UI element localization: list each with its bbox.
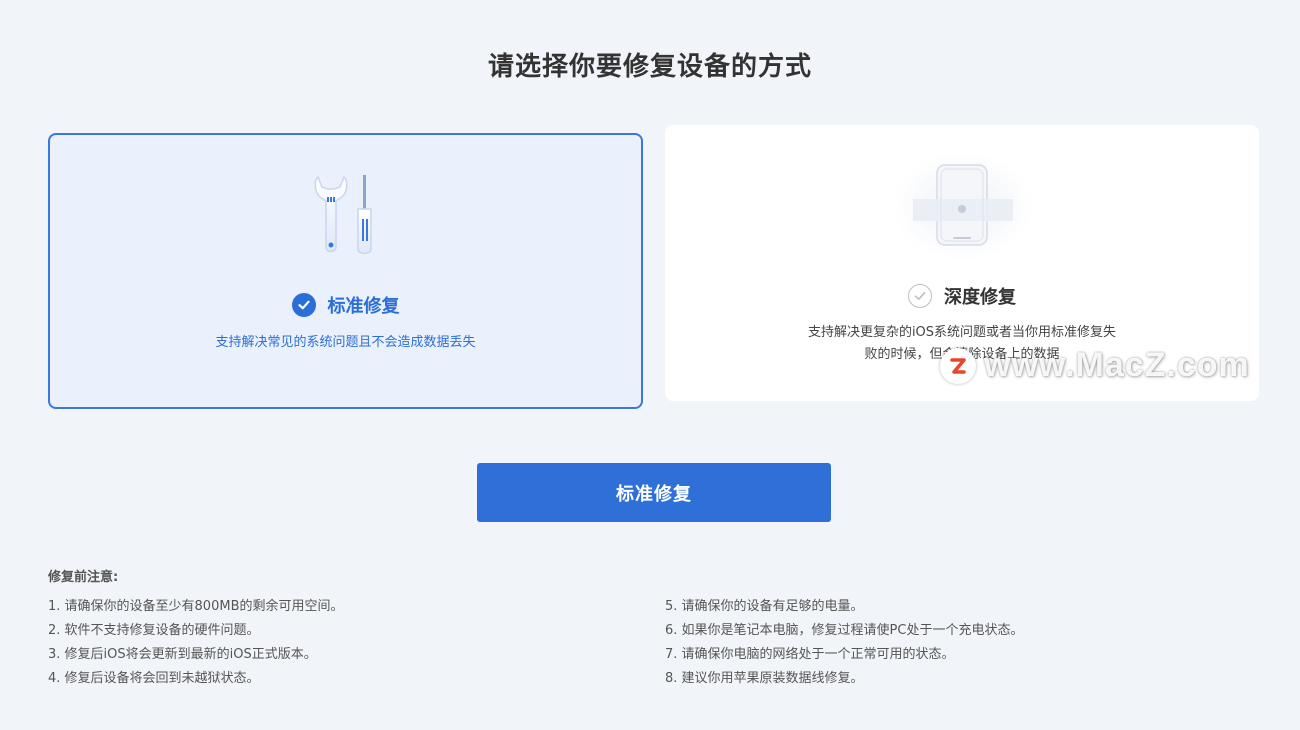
standard-repair-card[interactable]: 标准修复 支持解决常见的系统问题且不会造成数据丢失: [48, 133, 643, 409]
list-item: 4. 修复后设备将会回到未越狱状态。: [48, 671, 260, 686]
notes-list-left: 1. 请确保你的设备至少有800MB的剩余可用空间。 2. 软件不支持修复设备的…: [48, 598, 343, 694]
check-outline-icon: [908, 284, 932, 308]
notes-list-right: 5. 请确保你的设备有足够的电量。 6. 如果你是笔记本电脑，修复过程请使PC处…: [665, 598, 1023, 694]
device-repair-icon: [893, 151, 1033, 261]
list-item: 2. 软件不支持修复设备的硬件问题。: [48, 623, 260, 638]
standard-repair-description: 支持解决常见的系统问题且不会造成数据丢失: [215, 335, 476, 350]
list-item: 7. 请确保你电脑的网络处于一个正常可用的状态。: [665, 647, 955, 662]
deep-repair-description-line1: 支持解决更复杂的iOS系统问题或者当你用标准修复失: [807, 325, 1117, 340]
list-item: 6. 如果你是笔记本电脑，修复过程请使PC处于一个充电状态。: [665, 623, 1024, 638]
watermark-logo-icon: [940, 347, 976, 384]
deep-repair-label-row: 深度修复: [665, 283, 1259, 309]
notes-title: 修复前注意:: [48, 570, 119, 585]
list-item: 3. 修复后iOS将会更新到最新的iOS正式版本。: [48, 647, 317, 662]
list-item: 5. 请确保你的设备有足够的电量。: [665, 599, 864, 614]
start-repair-button[interactable]: 标准修复: [477, 463, 831, 522]
repair-mode-page: 请选择你要修复设备的方式 标准修复 支持解决常见的系统问题且不会造成数据丢失 深…: [0, 0, 1300, 730]
list-item: 1. 请确保你的设备至少有800MB的剩余可用空间。: [48, 599, 344, 614]
watermark: www.MacZ.com: [940, 346, 1250, 385]
standard-repair-label: 标准修复: [327, 296, 400, 317]
wrench-screwdriver-icon: [300, 167, 400, 257]
check-filled-icon: [291, 293, 316, 317]
deep-repair-label: 深度修复: [944, 287, 1016, 308]
watermark-text: www.MacZ.com: [984, 346, 1250, 384]
page-title: 请选择你要修复设备的方式: [487, 52, 812, 82]
standard-repair-label-row: 标准修复: [50, 292, 641, 318]
list-item: 8. 建议你用苹果原装数据线修复。: [665, 671, 864, 686]
